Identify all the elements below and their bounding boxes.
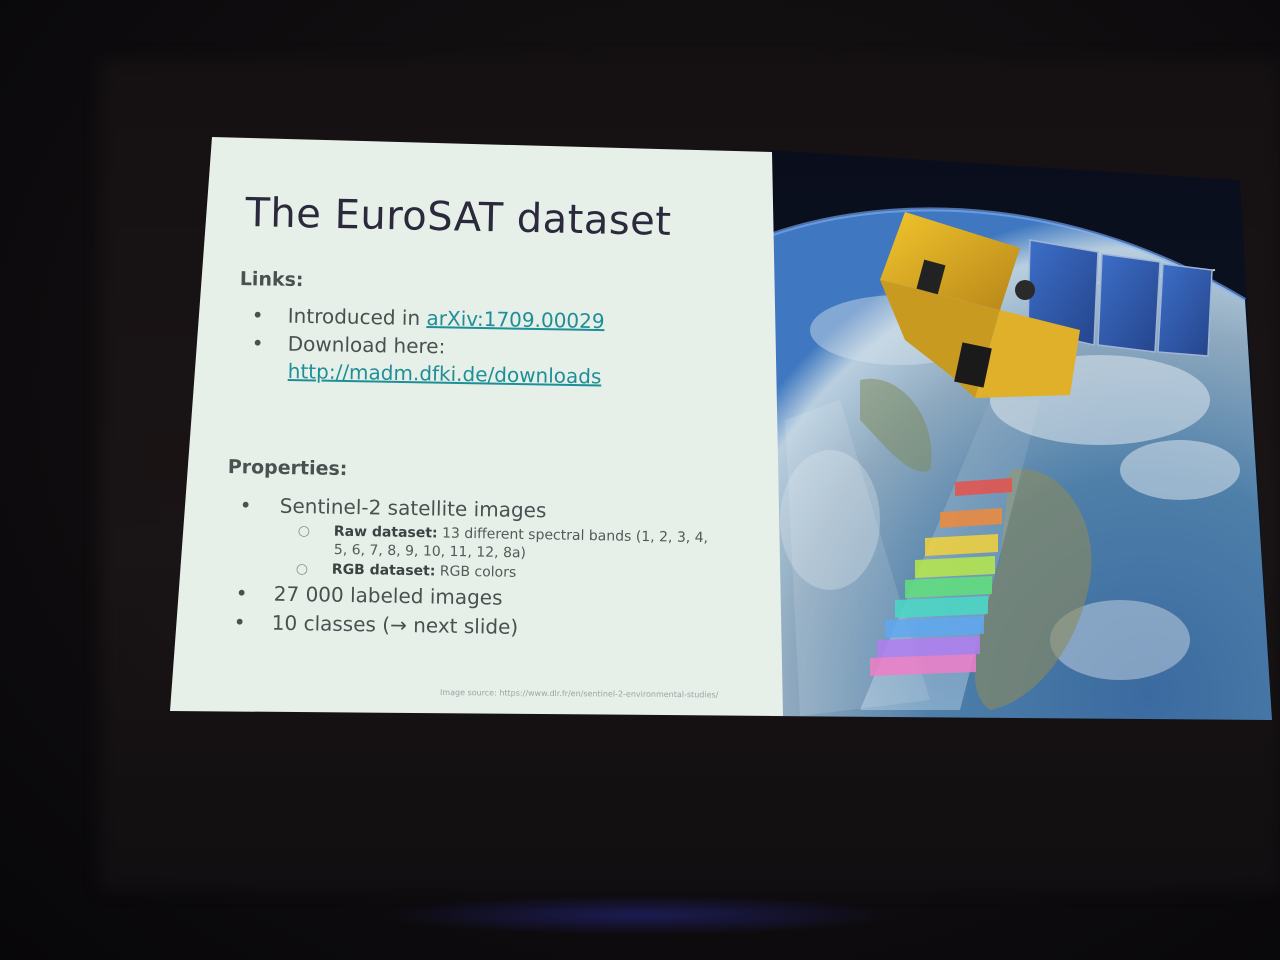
sub-list-item: ○ RGB dataset: RGB colors	[296, 561, 517, 581]
list-item: http://madm.dfki.de/downloads	[288, 359, 602, 388]
download-link[interactable]: http://madm.dfki.de/downloads	[288, 359, 602, 388]
property-classes: 10 classes (→ next slide)	[271, 610, 519, 639]
list-item: • 10 classes (→ next slide)	[234, 610, 519, 639]
property-images: 27 000 labeled images	[273, 581, 503, 610]
rgb-dataset-label: RGB dataset:	[331, 561, 436, 580]
raw-dataset-bands: 5, 6, 7, 8, 9, 10, 11, 12, 8a)	[333, 542, 527, 562]
list-item: • Download here:	[252, 331, 446, 358]
slide-content: The EuroSAT dataset Links: • Introduced i…	[0, 0, 1280, 960]
rgb-dataset-text: RGB colors	[435, 563, 517, 581]
raw-dataset-label: Raw dataset:	[333, 523, 438, 542]
bullet-dot-icon: •	[251, 331, 264, 356]
hollow-circle-icon: ○	[295, 561, 309, 578]
raw-dataset-text: 13 different spectral bands (1, 2, 3, 4,	[437, 525, 709, 547]
bullet-dot-icon: •	[239, 493, 252, 518]
list-item: • Sentinel-2 satellite images	[240, 493, 547, 522]
links-heading: Links:	[239, 268, 304, 292]
sub-list-item-continued: 5, 6, 7, 8, 9, 10, 11, 12, 8a)	[334, 542, 526, 561]
arxiv-link[interactable]: arXiv:1709.00029	[426, 306, 605, 333]
bullet-dot-icon: •	[233, 610, 246, 635]
bullet-dot-icon: •	[235, 581, 248, 606]
bullet-dot-icon: •	[251, 303, 264, 328]
intro-text: Introduced in	[287, 303, 427, 331]
list-item: • Introduced in arXiv:1709.00029	[252, 303, 605, 333]
image-credit: Image source: https://www.dlr.fr/en/sent…	[439, 688, 719, 700]
property-sentinel: Sentinel-2 satellite images	[279, 493, 547, 523]
hollow-circle-icon: ○	[297, 523, 311, 540]
properties-heading: Properties:	[227, 456, 348, 481]
slide-title: The EuroSAT dataset	[245, 190, 672, 245]
download-text: Download here:	[287, 331, 446, 359]
list-item: • 27 000 labeled images	[236, 581, 503, 610]
